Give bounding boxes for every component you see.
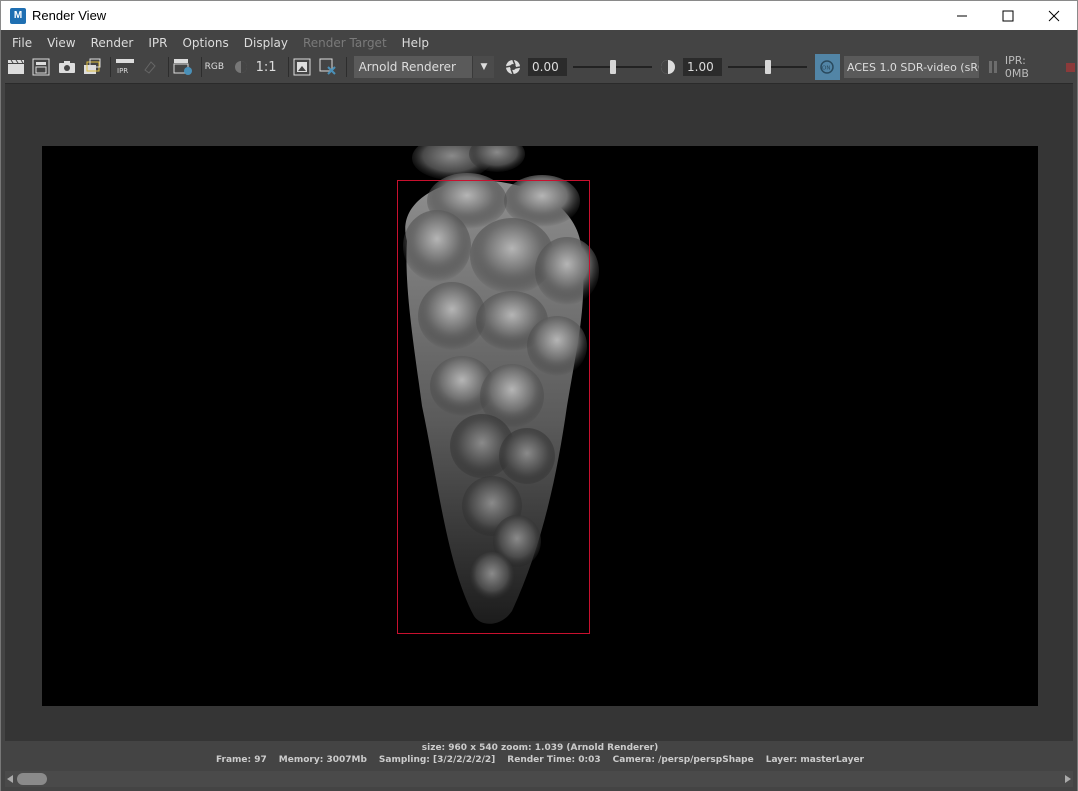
clapperboard-icon (7, 59, 24, 74)
menu-display[interactable]: Display (237, 36, 296, 50)
snapshot-button[interactable] (56, 56, 78, 78)
render-settings-icon (173, 59, 192, 75)
menu-file[interactable]: File (5, 36, 40, 50)
exposure-slider-handle[interactable] (610, 60, 617, 74)
toolbar-separator (345, 57, 347, 77)
menu-ipr[interactable]: IPR (141, 36, 175, 50)
real-size-button[interactable]: 1:1 (256, 60, 277, 75)
stop-render-icon[interactable] (1066, 62, 1076, 72)
redo-render-button[interactable] (5, 56, 27, 78)
render-stats-status: Frame: 97 Memory: 3007Mb Sampling: [3/2/… (1, 755, 1078, 765)
render-settings-button[interactable] (172, 56, 194, 78)
toolbar-separator (110, 57, 112, 77)
ocio-label: ON (822, 66, 830, 72)
renderer-dropdown[interactable]: Arnold Renderer ▼ (353, 56, 495, 78)
gamma-slider[interactable] (728, 58, 807, 76)
menu-view[interactable]: View (40, 36, 83, 50)
maximize-button[interactable] (985, 1, 1031, 31)
chevron-down-icon: ▼ (472, 56, 495, 78)
svg-text:IPR: IPR (117, 67, 128, 75)
render-region-button[interactable] (31, 56, 53, 78)
ipr-render-button[interactable]: IPR (114, 56, 136, 78)
render-viewport[interactable] (5, 83, 1073, 741)
gamma-reset-button[interactable] (658, 56, 680, 78)
refresh-icon (144, 61, 157, 74)
close-button[interactable] (1031, 1, 1077, 31)
window-title: Render View (32, 8, 107, 23)
sampling-status: Sampling: [3/2/2/2/2/2] (378, 755, 496, 765)
render-time-status: Render Time: 0:03 (507, 755, 601, 765)
ipr-icon: IPR (115, 59, 134, 75)
render-view-frame: File View Render IPR Options Display Ren… (0, 30, 1078, 791)
minimize-icon (957, 15, 967, 17)
aperture-icon (506, 59, 521, 75)
remove-image-button[interactable] (317, 56, 339, 78)
toolbar-separator (200, 57, 202, 77)
menu-help[interactable]: Help (395, 36, 437, 50)
rendered-image (42, 146, 1038, 706)
scrollbar-thumb[interactable] (17, 773, 47, 785)
frame-status: Frame: 97 (215, 755, 267, 765)
camera-icon (58, 61, 75, 73)
exposure-field[interactable]: 0.00 (528, 58, 568, 76)
gamma-icon (661, 60, 676, 74)
camera-status: Camera: /persp/perspShape (612, 755, 754, 765)
memory-status: Memory: 3007Mb (278, 755, 367, 765)
maya-app-icon: M (10, 7, 26, 24)
horizontal-scrollbar[interactable] (5, 771, 1073, 787)
pause-ipr-icon[interactable] (989, 61, 999, 73)
keep-image-button[interactable] (292, 56, 314, 78)
maximize-icon (1002, 10, 1014, 22)
render-region-marquee[interactable] (397, 180, 590, 634)
renderer-value: Arnold Renderer (358, 60, 456, 74)
remove-image-icon (319, 58, 336, 75)
render-sequence-icon (84, 58, 101, 74)
title-bar: M Render View (0, 0, 1078, 30)
menu-render[interactable]: Render (84, 36, 142, 50)
gamma-slider-handle[interactable] (765, 60, 772, 74)
alpha-channel-button[interactable] (230, 56, 252, 78)
ipr-memory-label: IPR: 0MB (1004, 54, 1029, 80)
toolbar-separator (168, 57, 170, 77)
scroll-left-arrow-icon[interactable] (7, 775, 13, 783)
gamma-field[interactable]: 1.00 (683, 58, 723, 76)
minimize-button[interactable] (939, 1, 985, 31)
menu-render-target: Render Target (302, 36, 387, 50)
render-sequence-button[interactable] (82, 56, 104, 78)
rgb-channel-button[interactable]: RGB (205, 62, 224, 72)
view-transform-field[interactable]: ACES 1.0 SDR-video (sRGB) (844, 56, 980, 78)
close-icon (1048, 10, 1060, 22)
color-management-toggle[interactable]: ON (814, 54, 840, 80)
ocio-on-icon: ON (820, 60, 835, 74)
render-toolbar: IPR RGB 1:1 Arnold Renderer ▼ 0.00 1.00 … (5, 54, 1076, 80)
layer-status: Layer: masterLayer (765, 755, 865, 765)
image-size-status: size: 960 x 540 zoom: 1.039 (Arnold Rend… (421, 743, 659, 753)
menu-options[interactable]: Options (175, 36, 236, 50)
exposure-reset-button[interactable] (502, 56, 524, 78)
refresh-ipr-button (140, 56, 162, 78)
window-controls (939, 1, 1077, 31)
toolbar-separator (287, 57, 289, 77)
exposure-slider[interactable] (573, 58, 652, 76)
scroll-right-arrow-icon[interactable] (1065, 775, 1071, 783)
render-region-icon (32, 58, 50, 76)
keep-image-icon (293, 58, 311, 76)
menu-bar: File View Render IPR Options Display Ren… (5, 34, 437, 52)
checker-icon (234, 61, 247, 73)
